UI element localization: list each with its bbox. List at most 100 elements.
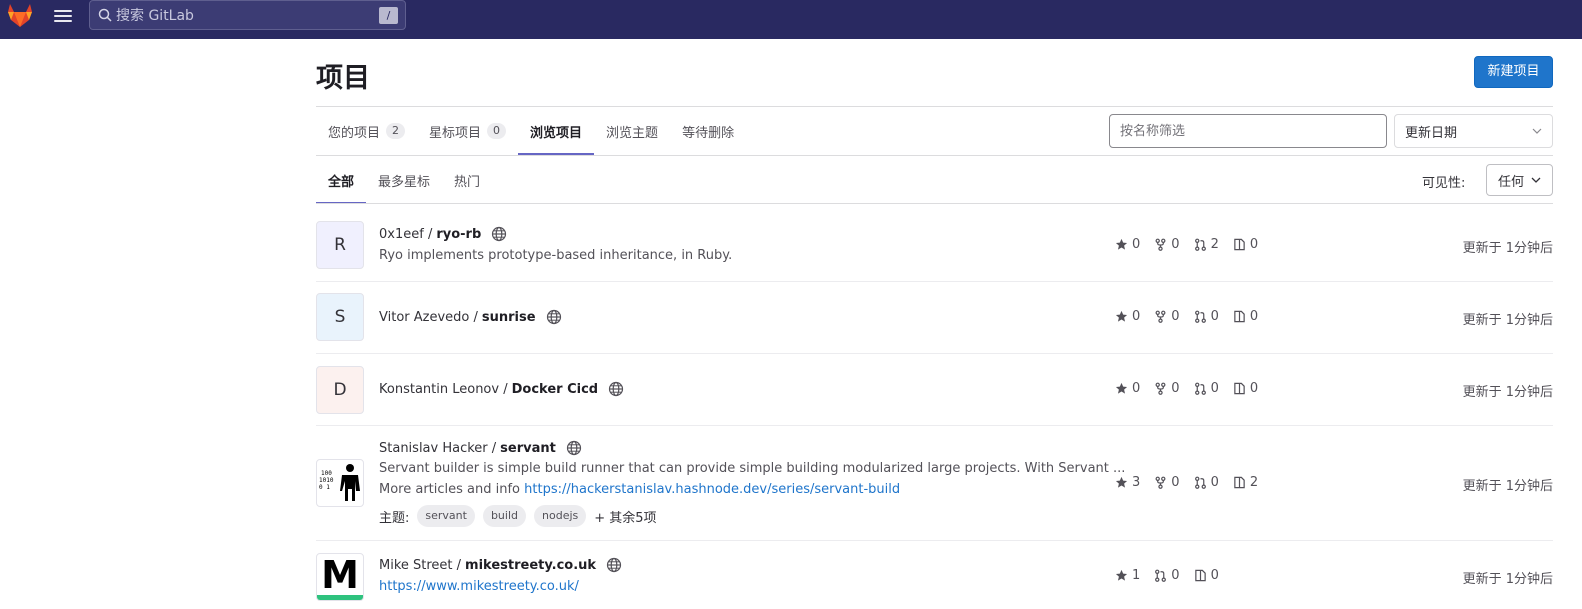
stars-count[interactable]: 3	[1115, 475, 1140, 490]
forks-count[interactable]: 0	[1154, 309, 1180, 324]
search-box[interactable]: /	[89, 0, 406, 30]
forks-count[interactable]: 0	[1154, 237, 1180, 252]
project-stats: 0 0 2 0	[1115, 237, 1258, 252]
issue-count-value: 0	[1249, 237, 1259, 252]
project-row: D Konstantin Leonov / Docker Cicd 0 0 0 …	[316, 354, 1553, 426]
mr-count-value: 0	[1210, 475, 1219, 490]
project-namespace: Konstantin Leonov /	[379, 381, 508, 397]
search-input[interactable]	[116, 5, 366, 27]
issue-count-value: 0	[1210, 568, 1219, 583]
updated-time: 更新于 1分钟后	[1462, 241, 1553, 256]
project-row: M Mike Street / mikestreety.co.uk https:…	[316, 541, 1553, 609]
more-topics-link[interactable]: + 其余5项	[594, 507, 656, 526]
fork-count-value: 0	[1171, 237, 1180, 252]
merge-requests-count[interactable]: 0	[1154, 568, 1180, 583]
project-name: Docker Cicd	[511, 381, 599, 397]
issues-count[interactable]: 0	[1233, 237, 1258, 252]
topic-badge[interactable]: servant	[417, 505, 475, 527]
new-project-button[interactable]: 新建项目	[1474, 56, 1553, 88]
issues-icon	[1233, 310, 1246, 323]
stars-count[interactable]: 1	[1115, 568, 1140, 583]
updated-time: 更新于 1分钟后	[1462, 385, 1553, 400]
project-row: R 0x1eef / ryo-rb Ryo implements prototy…	[316, 209, 1553, 282]
description-link[interactable]: https://hackerstanislav.hashnode.dev/ser…	[524, 482, 900, 497]
subtab-all[interactable]: 全部	[316, 156, 367, 204]
star-count-value: 0	[1132, 309, 1141, 324]
project-avatar-image[interactable]: 100 1010 0 1	[316, 459, 364, 507]
tab-starred-projects[interactable]: 星标项目 0	[417, 107, 518, 155]
count-badge: 0	[487, 123, 507, 139]
sort-label: 更新日期	[1405, 125, 1458, 141]
stars-count[interactable]: 0	[1115, 237, 1140, 252]
fork-count-value: 0	[1171, 475, 1180, 490]
tab-label: 浏览项目	[530, 125, 583, 141]
project-description-more: More articles and info https://hackersta…	[379, 482, 900, 497]
forks-count[interactable]: 0	[1154, 475, 1180, 490]
issue-count-value: 0	[1249, 381, 1259, 396]
issues-count[interactable]: 0	[1233, 381, 1258, 396]
subtab-most-stars[interactable]: 最多星标	[366, 156, 442, 204]
filter-subtabs: 全部 最多星标 热门	[316, 156, 492, 204]
star-count-value: 1	[1132, 568, 1141, 583]
topic-badge[interactable]: build	[482, 505, 527, 527]
project-avatar[interactable]: S	[316, 293, 364, 341]
project-description: Servant builder is simple build runner t…	[379, 461, 1126, 476]
project-name-link[interactable]: Stanislav Hacker / servant	[379, 440, 582, 456]
fork-icon	[1154, 310, 1167, 323]
filter-by-name-input[interactable]	[1109, 114, 1387, 148]
issues-count[interactable]: 0	[1233, 309, 1258, 324]
project-avatar[interactable]: D	[316, 366, 364, 414]
divider	[316, 155, 1553, 156]
stars-count[interactable]: 0	[1115, 309, 1140, 324]
tab-explore-topics[interactable]: 浏览主题	[594, 107, 670, 155]
globe-icon	[546, 309, 562, 325]
issues-count[interactable]: 0	[1194, 568, 1219, 583]
tab-your-projects[interactable]: 您的项目 2	[316, 107, 417, 155]
visibility-dropdown[interactable]: 任何	[1486, 164, 1553, 196]
project-namespace: 0x1eef /	[379, 226, 433, 242]
issues-icon	[1233, 382, 1246, 395]
merge-requests-count[interactable]: 0	[1194, 381, 1219, 396]
stars-count[interactable]: 0	[1115, 381, 1140, 396]
issues-count[interactable]: 2	[1233, 475, 1258, 490]
project-name-link[interactable]: 0x1eef / ryo-rb	[379, 226, 507, 242]
count-badge: 2	[386, 123, 406, 139]
fork-icon	[1154, 476, 1167, 489]
project-row: 100 1010 0 1 Stanislav Hacker / servant …	[316, 426, 1553, 541]
divider	[316, 203, 1553, 204]
gitlab-logo-icon[interactable]	[7, 3, 33, 28]
topic-badge[interactable]: nodejs	[534, 505, 587, 527]
issues-icon	[1233, 238, 1246, 251]
merge-requests-count[interactable]: 0	[1194, 475, 1219, 490]
svg-text:0 1: 0 1	[319, 484, 330, 491]
menu-icon[interactable]	[53, 8, 73, 24]
globe-icon	[566, 440, 582, 456]
updated-time: 更新于 1分钟后	[1462, 313, 1553, 328]
star-icon	[1115, 569, 1128, 582]
topics-label: 主题:	[379, 510, 410, 526]
project-avatar[interactable]: R	[316, 221, 364, 269]
star-icon	[1115, 310, 1128, 323]
project-name-link[interactable]: Mike Street / mikestreety.co.uk	[379, 557, 622, 573]
fork-count-value: 0	[1171, 381, 1180, 396]
project-stats: 0 0 0 0	[1115, 309, 1258, 324]
project-name-link[interactable]: Konstantin Leonov / Docker Cicd	[379, 381, 624, 397]
project-name-link[interactable]: Vitor Azevedo / sunrise	[379, 309, 562, 325]
subtab-trending[interactable]: 热门	[442, 156, 492, 204]
updated-time: 更新于 1分钟后	[1462, 479, 1553, 494]
tab-pending-deletion[interactable]: 等待删除	[670, 107, 746, 155]
tab-label: 星标项目	[429, 125, 482, 141]
avatar-accent-bar	[317, 594, 363, 600]
project-avatar[interactable]: M	[316, 553, 364, 601]
merge-requests-count[interactable]: 0	[1194, 309, 1219, 324]
globe-icon	[606, 557, 622, 573]
merge-requests-count[interactable]: 2	[1194, 237, 1219, 252]
description-text: More articles and info	[379, 482, 521, 497]
project-description-link[interactable]: https://www.mikestreety.co.uk/	[379, 579, 579, 594]
chevron-down-icon	[1532, 128, 1542, 134]
svg-text:100: 100	[321, 470, 332, 477]
tab-label: 您的项目	[328, 125, 381, 141]
tab-explore-projects[interactable]: 浏览项目	[518, 107, 595, 155]
sort-dropdown[interactable]: 更新日期	[1394, 114, 1553, 148]
forks-count[interactable]: 0	[1154, 381, 1180, 396]
